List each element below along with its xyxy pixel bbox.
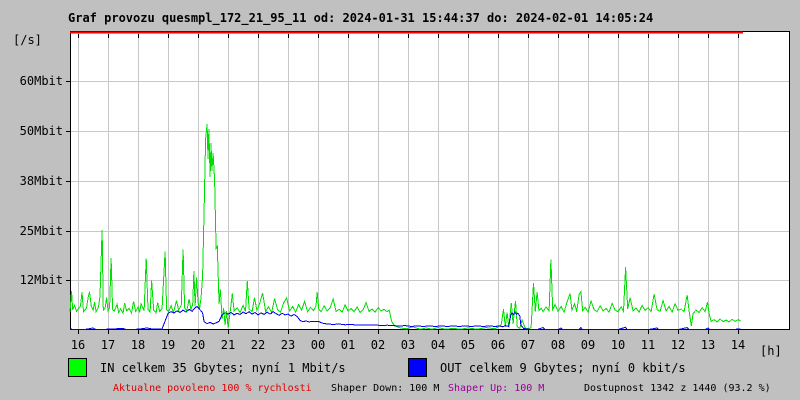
x-tick-label: 22 (250, 338, 266, 352)
x-tick-label: 17 (100, 338, 116, 352)
x-tick-label: 11 (640, 338, 656, 352)
page: Graf provozu quesmpl_172_21_95_11 od: 20… (0, 0, 800, 400)
x-tick-label: 08 (550, 338, 566, 352)
x-tick-label: 06 (490, 338, 506, 352)
legend-in-label: IN celkem 35 Gbytes; nyní 1 Mbit/s (100, 361, 346, 375)
x-tick-label: 01 (340, 338, 356, 352)
legend-out-label: OUT celkem 9 Gbytes; nyní 0 kbit/s (440, 361, 686, 375)
x-tick-label: 20 (190, 338, 206, 352)
x-tick-label: 09 (580, 338, 596, 352)
y-tick-label: 12Mbit (19, 273, 63, 287)
x-tick-label: 12 (670, 338, 686, 352)
x-tick-label: 05 (460, 338, 476, 352)
status-availability: Dostupnost 1342 z 1440 (93.2 %) (584, 383, 771, 394)
x-tick-label: 14 (730, 338, 746, 352)
status-shaper-down: Shaper Down: 100 M (331, 383, 440, 394)
x-tick-label: 23 (280, 338, 296, 352)
legend-out-swatch (408, 358, 427, 377)
y-tick-label: 38Mbit (19, 174, 63, 188)
x-tick-label: 18 (130, 338, 146, 352)
status-allowed-speed: Aktualne povoleno 100 % rychlosti (113, 383, 312, 394)
x-tick-label: 19 (160, 338, 176, 352)
y-tick-label: 60Mbit (19, 74, 63, 88)
x-tick-label: 04 (430, 338, 446, 352)
status-shaper-up: Shaper Up: 100 M (448, 383, 545, 394)
x-tick-label: 07 (520, 338, 536, 352)
x-tick-label: 21 (220, 338, 236, 352)
x-tick-label: 02 (370, 338, 386, 352)
x-tick-label: 13 (700, 338, 716, 352)
x-tick-label: 10 (610, 338, 626, 352)
x-tick-label: 00 (310, 338, 326, 352)
x-tick-label: 16 (70, 338, 86, 352)
legend-in-swatch (68, 358, 87, 377)
x-tick-label: 03 (400, 338, 416, 352)
y-tick-label: 25Mbit (19, 224, 63, 238)
y-tick-label: 50Mbit (19, 124, 63, 138)
